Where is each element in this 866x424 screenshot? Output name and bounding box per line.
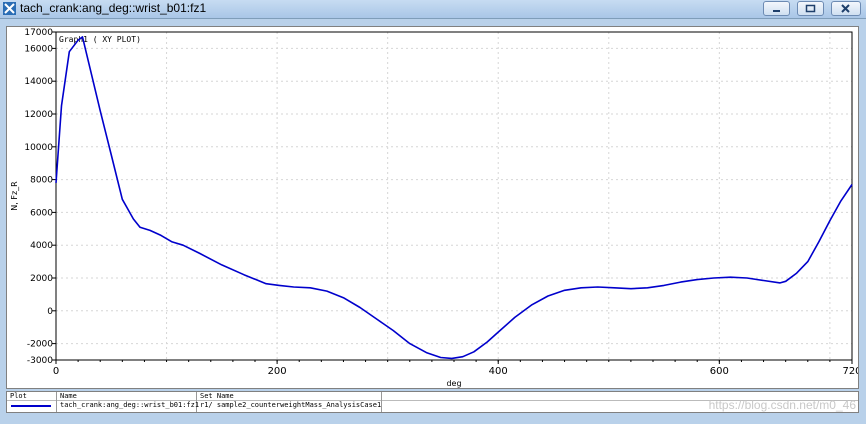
- maximize-icon: [805, 4, 816, 13]
- y-tick-label: 0: [47, 307, 53, 317]
- legend-set-value: r1/ sample2_counterweightMass_AnalysisCa…: [200, 401, 382, 409]
- x-tick-label: 720: [842, 366, 858, 377]
- y-tick-label: 6000: [30, 208, 53, 218]
- legend-name-header: Name: [60, 392, 77, 400]
- app-x-icon: [3, 2, 16, 15]
- maximize-button[interactable]: [797, 1, 824, 16]
- x-tick-label: 600: [710, 366, 729, 377]
- window-title: tach_crank:ang_deg::wrist_b01:fz1: [20, 1, 207, 15]
- y-tick-label: 10000: [24, 143, 53, 153]
- close-button[interactable]: [831, 1, 861, 16]
- y-tick-label: 4000: [30, 241, 53, 251]
- minimize-button[interactable]: [763, 1, 790, 16]
- x-tick-label: 200: [268, 366, 287, 377]
- legend-name-column: Name tach_crank:ang_deg::wrist_b01:fz1: [57, 392, 200, 412]
- xy-chart: 0 200 400 600 720 17000 16000 14000 12000 10000 80…: [10, 28, 858, 388]
- legend-plot-column: Plot: [7, 392, 57, 412]
- plot-area[interactable]: 0 200 400 600 720 17000 16000 14000 12000 10000 80…: [6, 26, 859, 389]
- y-tick-label: 8000: [30, 176, 53, 186]
- legend-set-header: Set Name: [200, 392, 234, 400]
- legend-name-value: tach_crank:ang_deg::wrist_b01:fz1: [60, 401, 200, 409]
- watermark-text: https://blog.csdn.net/m0_46: [708, 398, 856, 412]
- x-axis-label: deg: [446, 379, 461, 388]
- y-axis-label: N, Fz_R: [10, 181, 19, 211]
- y-tick-label: 2000: [30, 274, 53, 284]
- y-tick-label: -2000: [27, 340, 53, 350]
- series-line-fz1: [55, 36, 853, 360]
- close-icon: [841, 4, 850, 13]
- y-tick-label: -3000: [27, 356, 53, 366]
- minimize-icon: [773, 10, 780, 12]
- x-tick-label: 0: [53, 366, 59, 377]
- title-bar: tach_crank:ang_deg::wrist_b01:fz1: [0, 0, 866, 19]
- y-tick-label: 14000: [24, 77, 53, 87]
- x-tick-label: 400: [489, 366, 508, 377]
- chart-title: Graph1 ( XY PLOT): [59, 35, 141, 44]
- legend-plot-header: Plot: [10, 392, 27, 400]
- y-tick-label: 16000: [24, 44, 53, 54]
- y-tick-label: 17000: [24, 28, 53, 38]
- legend-line-swatch: [11, 405, 51, 407]
- legend-set-column: Set Name r1/ sample2_counterweightMass_A…: [197, 392, 382, 412]
- y-tick-label: 12000: [24, 110, 53, 120]
